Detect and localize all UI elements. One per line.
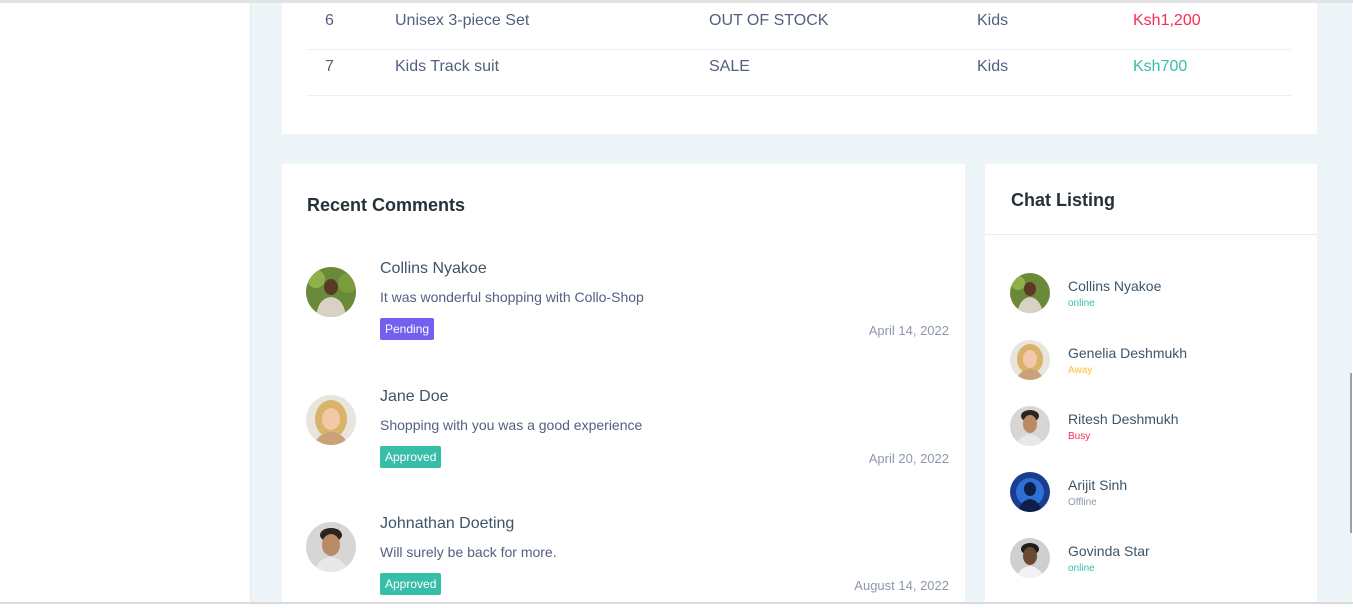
avatar: [306, 395, 356, 445]
product-price: Ksh700: [1133, 58, 1188, 75]
comment-author: Jane Doe: [380, 388, 449, 405]
chat-user-status: online: [1068, 563, 1095, 574]
avatar: [1010, 538, 1050, 578]
product-number: 7: [325, 58, 334, 75]
avatar: [1010, 340, 1050, 380]
status-badge[interactable]: Approved: [380, 573, 442, 595]
comment-author: Collins Nyakoe: [380, 260, 487, 277]
status-badge[interactable]: Pending: [380, 318, 435, 340]
product-status: SALE: [709, 58, 750, 75]
chat-list-item[interactable]: Ritesh Deshmukh Busy: [1010, 406, 1290, 450]
chat-user-status: online: [1068, 298, 1095, 309]
avatar: [306, 522, 356, 572]
scrollbar[interactable]: [1350, 373, 1352, 533]
comment-date: April 20, 2022: [868, 451, 949, 466]
comment-item[interactable]: Collins Nyakoe It was wonderful shopping…: [306, 260, 949, 380]
table-row[interactable]: 7 Kids Track suit SALE Kids Ksh700: [307, 39, 1292, 96]
avatar: [1010, 273, 1050, 313]
comment-date: April 14, 2022: [868, 323, 949, 338]
chat-list-item[interactable]: Collins Nyakoe online: [1010, 273, 1290, 317]
comment-item[interactable]: Johnathan Doeting Will surely be back fo…: [306, 515, 949, 602]
sidebar: [0, 3, 251, 602]
chat-user-status: Away: [1068, 365, 1093, 376]
chat-user-name: Arijit Sinh: [1068, 477, 1128, 493]
comment-text: Shopping with you was a good experience: [380, 417, 643, 433]
comment-date: August 14, 2022: [854, 578, 949, 593]
chat-user-status: Busy: [1068, 431, 1091, 442]
chat-list-item[interactable]: Govinda Star online: [1010, 538, 1290, 582]
chat-listing-title: Chat Listing: [1011, 190, 1115, 210]
comment-item[interactable]: Jane Doe Shopping with you was a good ex…: [306, 388, 949, 508]
avatar: [1010, 406, 1050, 446]
comment-text: It was wonderful shopping with Collo-Sho…: [380, 289, 644, 305]
chat-user-name: Govinda Star: [1068, 543, 1150, 559]
avatar: [306, 267, 356, 317]
bottom-divider: [0, 602, 1353, 604]
chat-user-name: Ritesh Deshmukh: [1068, 411, 1179, 427]
comment-author: Johnathan Doeting: [380, 515, 515, 532]
chat-listing-card: Chat Listing Collins Nyakoe online Genel…: [985, 164, 1317, 602]
chat-list-item[interactable]: Arijit Sinh Offline: [1010, 472, 1290, 516]
recent-comments-card: Recent Comments Collins Nyakoe It was wo…: [282, 164, 965, 602]
page-wrapper: 6 Unisex 3-piece Set OUT OF STOCK Kids K…: [251, 3, 1352, 602]
chat-user-name: Genelia Deshmukh: [1068, 345, 1188, 361]
products-card: 6 Unisex 3-piece Set OUT OF STOCK Kids K…: [282, 3, 1317, 134]
chat-user-name: Collins Nyakoe: [1068, 278, 1162, 294]
chat-listing-header: Chat Listing: [985, 164, 1317, 235]
avatar: [1010, 472, 1050, 512]
chat-list-item[interactable]: Genelia Deshmukh Away: [1010, 340, 1290, 384]
status-badge[interactable]: Approved: [380, 446, 442, 468]
product-name: Kids Track suit: [395, 58, 500, 75]
recent-comments-title: Recent Comments: [307, 195, 466, 215]
chat-user-status: Offline: [1068, 497, 1097, 508]
comment-text: Will surely be back for more.: [380, 544, 557, 560]
product-category: Kids: [977, 58, 1009, 75]
